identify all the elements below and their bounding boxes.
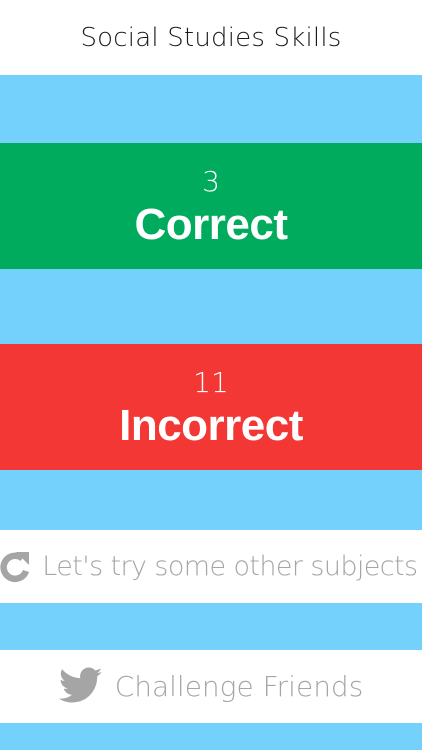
correct-count: 3 [202, 165, 220, 198]
other-subjects-button[interactable]: Let's try some other subjects! [0, 530, 422, 603]
refresh-icon [0, 549, 32, 585]
challenge-friends-label: Challenge Friends [114, 670, 364, 703]
twitter-bird-icon [58, 667, 103, 707]
incorrect-score-panel: 11 Incorrect [0, 344, 422, 470]
page-title: Social Studies Skills [80, 22, 342, 53]
correct-score-panel: 3 Correct [0, 143, 422, 269]
other-subjects-label: Let's try some other subjects! [42, 551, 422, 582]
challenge-friends-button[interactable]: Challenge Friends [0, 650, 422, 723]
header-bar: Social Studies Skills [0, 0, 422, 75]
incorrect-label: Incorrect [119, 401, 303, 450]
correct-label: Correct [134, 200, 289, 249]
incorrect-count: 11 [193, 366, 229, 399]
